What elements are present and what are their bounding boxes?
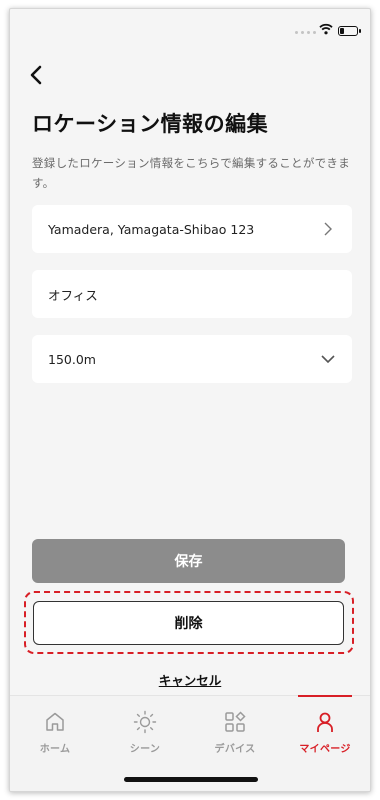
home-icon (46, 712, 64, 731)
tab-mypage[interactable]: マイページ (280, 695, 370, 766)
back-arrow-icon[interactable] (24, 61, 50, 89)
save-button[interactable]: 保存 (32, 539, 345, 583)
home-indicator[interactable] (124, 777, 258, 782)
sun-icon (133, 710, 157, 734)
status-bar (10, 9, 370, 49)
tab-bar: ホーム シーン デバイス マイページ (10, 695, 370, 791)
person-icon (317, 712, 333, 732)
delete-button[interactable]: 削除 (33, 601, 344, 645)
radius-select[interactable]: 150.0m (32, 335, 352, 383)
location-name-field[interactable]: オフィス (32, 270, 352, 318)
tab-devices[interactable]: デバイス (190, 696, 280, 766)
tab-scene[interactable]: シーン (100, 696, 190, 766)
tab-label: シーン (129, 744, 161, 755)
page-description: 登録したロケーション情報をこちらで編集することができます。 (32, 156, 351, 190)
devices-icon (225, 711, 246, 732)
cancel-link[interactable]: キャンセル (10, 670, 370, 689)
battery-icon (338, 26, 361, 36)
tab-home[interactable]: ホーム (10, 696, 100, 766)
tab-label: ホーム (39, 744, 71, 755)
address-field[interactable]: Yamadera, Yamagata-Shibao 123 (32, 205, 352, 253)
phone-screen: ロケーション情報の編集 登録したロケーション情報をこちらで編集することができます… (9, 8, 371, 792)
tab-label: デバイス (214, 744, 256, 755)
signal-dots-icon (295, 31, 316, 34)
location-name-value: オフィス (48, 287, 98, 303)
tab-label: マイページ (299, 744, 351, 755)
chevron-right-icon (324, 222, 332, 236)
page-title: ロケーション情報の編集 (32, 112, 269, 136)
chevron-down-icon (321, 355, 335, 364)
radius-value: 150.0m (48, 351, 96, 367)
address-value: Yamadera, Yamagata-Shibao 123 (48, 221, 255, 237)
wifi-icon (319, 23, 333, 35)
